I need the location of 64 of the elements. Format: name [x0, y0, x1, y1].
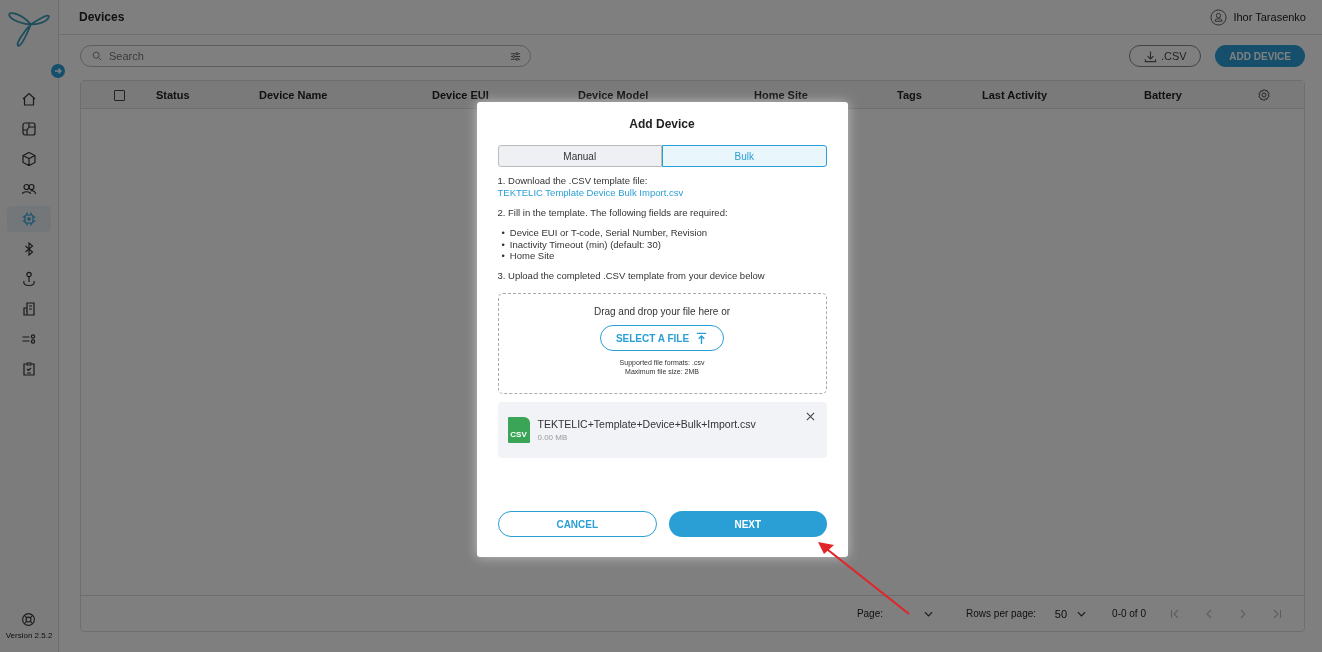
upload-icon: [695, 331, 709, 345]
filter-icon[interactable]: [510, 50, 521, 62]
csv-file-icon: CSV: [507, 417, 530, 444]
instruction-text: 3. Upload the completed .CSV template from your device below: [497, 270, 766, 283]
mode-tab[interactable]: Bulk: [662, 145, 827, 167]
user-avatar-icon[interactable]: [1210, 8, 1228, 26]
help-icon[interactable]: [21, 612, 37, 627]
search-icon: [92, 51, 102, 61]
bullet-mark: •: [501, 250, 505, 263]
column-header[interactable]: Device Name: [259, 89, 328, 101]
next-page-icon[interactable]: [1238, 608, 1248, 619]
required-field-item: Device EUI or T-code, Serial Number, Revision: [509, 226, 708, 239]
instruction-text: 2. Fill in the template. The following fields are required:: [497, 206, 729, 219]
building-icon: [21, 301, 37, 317]
close-icon[interactable]: [805, 412, 815, 422]
next-button[interactable]: NEXT: [669, 511, 827, 537]
select-file-button[interactable]: SELECT A FILE: [600, 325, 724, 352]
cube-icon: [21, 151, 37, 167]
select-all-checkbox[interactable]: [114, 90, 125, 101]
map-icon: [21, 121, 37, 137]
export-csv-button[interactable]: .CSV: [1129, 45, 1202, 67]
column-header[interactable]: Tags: [897, 89, 922, 101]
nav-item[interactable]: [7, 206, 51, 232]
settings-icon[interactable]: [1257, 88, 1271, 102]
file-size: 0.00 MB: [537, 433, 569, 443]
search-field[interactable]: Search: [80, 45, 531, 67]
location-pin-icon: [21, 271, 37, 287]
template-download-link[interactable]: TEKTELIC Template Device Bulk Import.csv: [497, 186, 684, 198]
required-field-item: Home Site: [509, 250, 555, 263]
chip-icon: [21, 211, 37, 227]
clipboard-icon: [21, 361, 37, 377]
column-header[interactable]: Device Model: [578, 89, 649, 101]
column-header[interactable]: Last Activity: [982, 89, 1047, 101]
dialog-title: Add Device: [629, 117, 695, 131]
add-device-button[interactable]: ADD DEVICE: [1215, 45, 1305, 67]
expand-icon[interactable]: [51, 64, 65, 78]
file-name: TEKTELIC+Template+Device+Bulk+Import.csv: [537, 418, 756, 431]
required-field-item: Inactivity Timeout (min) (default: 30): [509, 238, 661, 251]
user-name[interactable]: Ihor Tarasenko: [1233, 11, 1306, 23]
column-header[interactable]: Battery: [1144, 89, 1182, 101]
cancel-button[interactable]: CANCEL: [497, 511, 657, 537]
column-header[interactable]: Device EUI: [432, 89, 489, 101]
download-icon: [1143, 49, 1157, 63]
last-page-icon[interactable]: [1272, 608, 1282, 619]
rows-per-page-label: Rows per page:: [966, 608, 1037, 619]
drop-prompt: Drag and drop your file here or: [593, 306, 731, 318]
bullet-mark: •: [501, 238, 505, 251]
first-page-icon[interactable]: [1170, 608, 1180, 619]
home-icon: [21, 91, 37, 107]
users-icon: [21, 181, 37, 197]
page-title: Devices: [79, 10, 125, 24]
chevron-down-icon: [1077, 610, 1087, 617]
column-header[interactable]: Home Site: [754, 89, 808, 101]
page-range: 0-0 of 0: [1112, 608, 1146, 619]
mode-tab[interactable]: Manual: [497, 145, 662, 167]
previous-page-icon[interactable]: [1204, 608, 1214, 619]
column-header[interactable]: Status: [156, 89, 190, 101]
bullet-mark: •: [501, 226, 505, 239]
page-label: Page:: [856, 608, 884, 619]
version-label: Version 2.5.2: [5, 631, 53, 640]
filter-list-icon: [21, 331, 37, 347]
instruction-text: 1. Download the .CSV template file: TEKTELIC Template Device Bulk Import.csv: [497, 175, 685, 199]
rows-per-page-select[interactable]: 50: [1044, 602, 1095, 625]
chevron-down-icon: [924, 610, 934, 617]
